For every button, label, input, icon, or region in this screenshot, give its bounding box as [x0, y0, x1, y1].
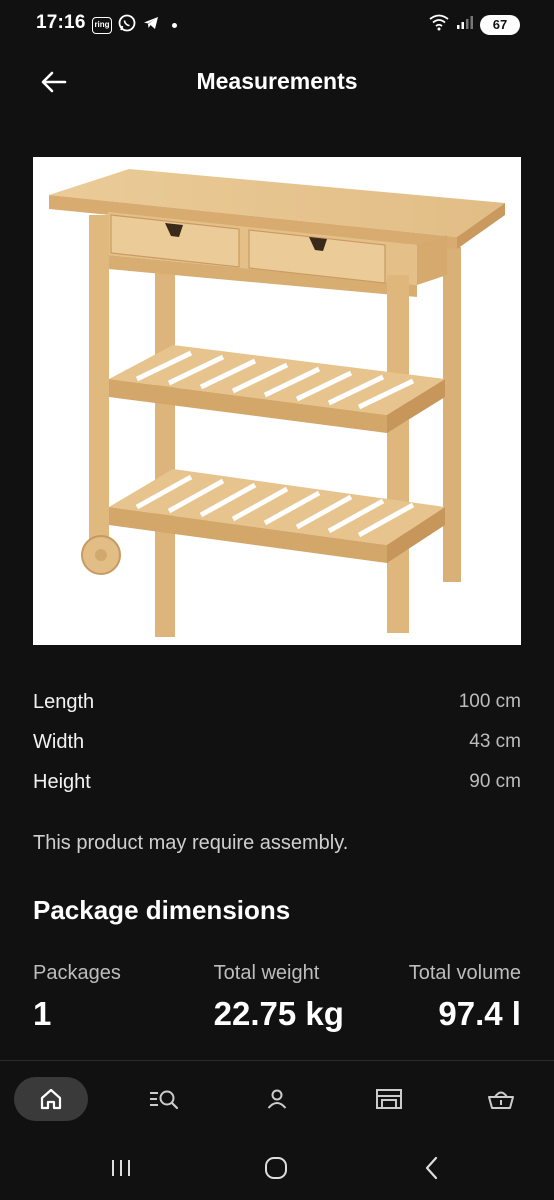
store-icon	[376, 1089, 402, 1109]
status-bar: 17:16 ring 67	[0, 0, 554, 48]
home-circle-icon	[265, 1157, 287, 1179]
measurement-label: Length	[33, 690, 95, 713]
system-status-icons: 67	[428, 13, 520, 36]
packages-column: Packages 1	[33, 962, 121, 1033]
packages-value: 1	[33, 995, 52, 1032]
measurement-row-height: Height 90 cm	[33, 762, 521, 802]
measurement-value: 43 cm	[469, 731, 521, 752]
package-details: Packages 1 Total weight 22.75 kg Total v…	[33, 962, 521, 1033]
total-volume-column: Total volume 97.4 l	[409, 962, 521, 1033]
recent-apps-button[interactable]	[101, 1152, 141, 1184]
system-back-button[interactable]	[412, 1152, 452, 1184]
page-title: Measurements	[196, 68, 358, 94]
chevron-left-icon	[425, 1156, 438, 1180]
battery-indicator: 67	[480, 14, 520, 35]
ring-app-icon: ring	[92, 17, 112, 34]
measurement-value: 90 cm	[469, 771, 521, 792]
assembly-note: This product may require assembly.	[33, 832, 349, 854]
measurement-label: Width	[33, 730, 85, 753]
total-volume-value: 97.4 l	[438, 995, 521, 1032]
nav-basket[interactable]	[484, 1077, 518, 1121]
basket-icon	[488, 1091, 514, 1109]
total-volume-label: Total volume	[408, 962, 521, 984]
measurement-row-length: Length 100 cm	[33, 682, 521, 722]
profile-icon	[267, 1089, 287, 1109]
notification-icons: ring	[92, 14, 177, 37]
measurement-label: Height	[33, 770, 91, 793]
total-weight-column: Total weight 22.75 kg	[214, 962, 344, 1033]
total-weight-label: Total weight	[213, 962, 320, 984]
recent-apps-icon	[112, 1160, 130, 1176]
signal-icon	[456, 14, 474, 35]
package-dimensions-title: Package dimensions	[33, 895, 291, 925]
app-header: Measurements	[0, 56, 554, 108]
search-list-icon	[150, 1090, 179, 1110]
more-notifications-dot	[172, 23, 177, 28]
wifi-icon	[428, 13, 450, 36]
telegram-icon	[142, 14, 160, 37]
status-time: 17:16	[36, 12, 86, 33]
measurement-row-width: Width 43 cm	[33, 722, 521, 762]
home-system-button[interactable]	[256, 1152, 296, 1184]
nav-store[interactable]	[372, 1077, 406, 1121]
system-navigation-bar	[0, 1136, 554, 1200]
measurements-list: Length 100 cm Width 43 cm Height 90 cm	[33, 682, 521, 802]
nav-profile[interactable]	[260, 1077, 294, 1121]
nav-search[interactable]	[146, 1077, 182, 1121]
packages-label: Packages	[33, 962, 121, 984]
nav-home[interactable]	[14, 1077, 88, 1121]
whatsapp-icon	[118, 14, 136, 37]
total-weight-value: 22.75 kg	[213, 995, 344, 1032]
home-icon	[40, 1088, 62, 1110]
bottom-navigation	[0, 1060, 554, 1136]
battery-level: 67	[492, 17, 508, 32]
measurement-value: 100 cm	[458, 691, 521, 712]
product-image	[33, 157, 521, 645]
